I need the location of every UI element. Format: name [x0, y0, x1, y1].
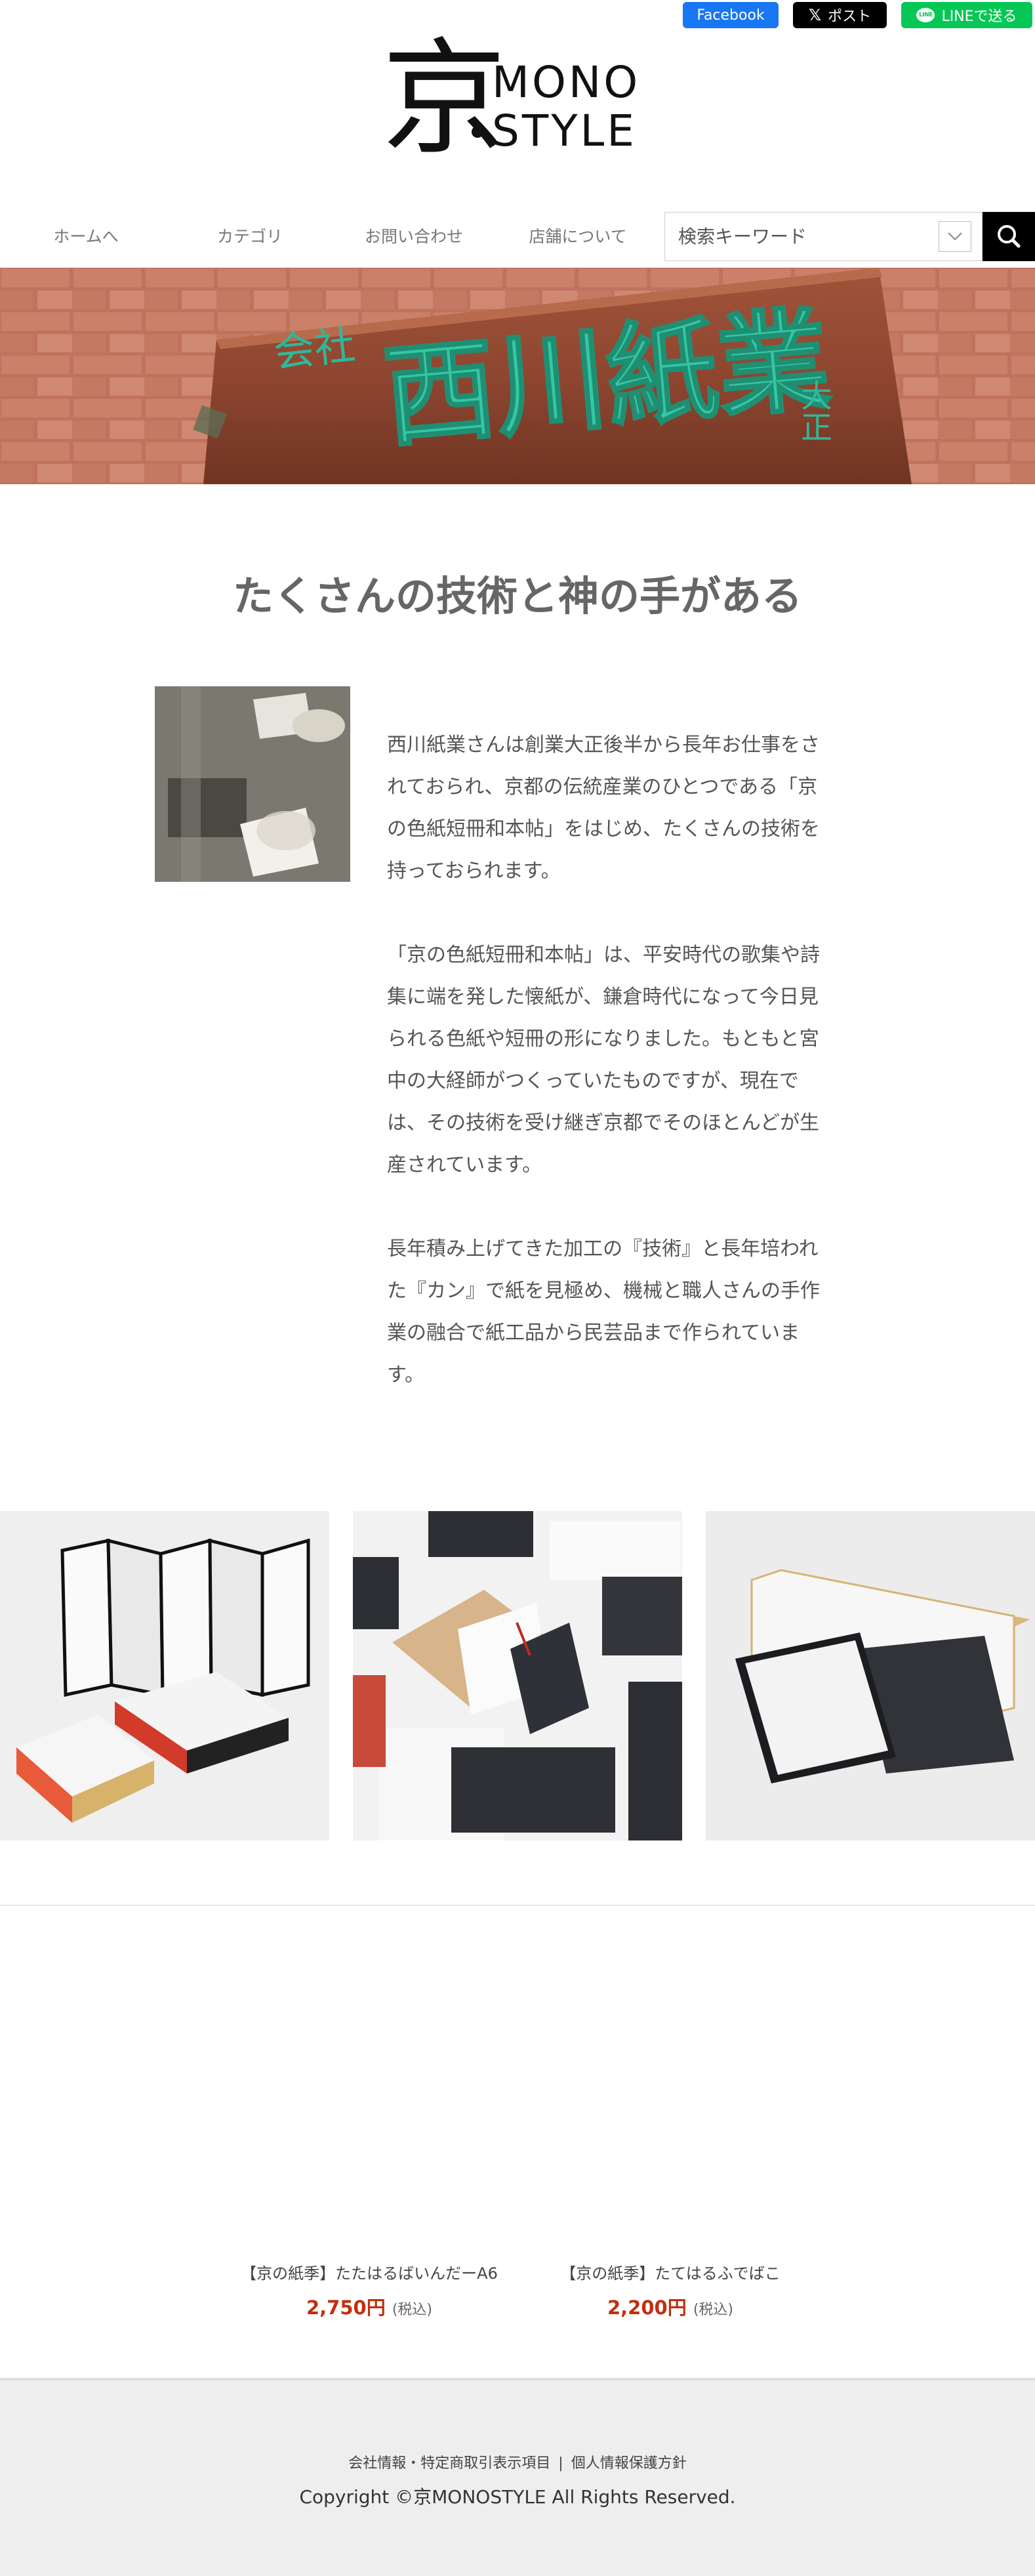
- product-price-value: 2,200円: [607, 2296, 687, 2319]
- logo-line2: STYLE: [492, 106, 637, 155]
- x-logo-icon: 𝕏: [808, 6, 822, 24]
- copyright-text: Copyright ©京MONOSTYLE All Rights Reserve…: [299, 2486, 736, 2508]
- privacy-policy-link[interactable]: 個人情報保護方針: [571, 2455, 687, 2472]
- hero-sign-small: 会社: [272, 321, 357, 377]
- category-dropdown-button[interactable]: [939, 221, 971, 252]
- nav-item-category[interactable]: カテゴリ: [168, 212, 332, 261]
- tax-note: (税込): [392, 2302, 432, 2318]
- gallery-image-paper-goods: [353, 1511, 682, 1840]
- intro-paragraph: 「京の色紙短冊和本帖」は、平安時代の歌集や詩集に端を発した懐紙が、鎌倉時代になっ…: [387, 944, 820, 1176]
- facebook-share-label: Facebook: [697, 7, 765, 24]
- logo-line1: MONO: [492, 57, 640, 108]
- site-logo[interactable]: 京 MONO STYLE: [382, 26, 657, 171]
- nav-item-about-store[interactable]: 店舗について: [496, 212, 660, 261]
- footer-link-separator: |: [558, 2455, 563, 2472]
- chevron-down-icon: [948, 232, 962, 241]
- gallery-image-folding-screen: [0, 1511, 329, 1840]
- product-card[interactable]: 【京の紙季】たてはるふでばこ 2,200円 (税込): [506, 2260, 834, 2320]
- logo-dot: [472, 126, 483, 138]
- product-name[interactable]: 【京の紙季】たたはるばいんだーA6: [205, 2260, 533, 2283]
- section-divider: [0, 1905, 1035, 1906]
- intro-paragraph: 長年積み上げてきた加工の『技術』と長年培われた『カン』で紙を見極め、機械と職人さ…: [387, 1237, 820, 1386]
- nav-item-home[interactable]: ホームへ: [4, 212, 168, 261]
- line-share-button[interactable]: LINE LINEで送る: [901, 2, 1032, 28]
- line-logo-icon: LINE: [916, 8, 935, 22]
- facebook-share-button[interactable]: Facebook: [683, 2, 779, 28]
- search-button[interactable]: [983, 212, 1035, 261]
- hero-image: 会社 西川紙業 大正: [0, 268, 1035, 484]
- product-price: 2,200円 (税込): [506, 2293, 834, 2320]
- product-price-value: 2,750円: [306, 2296, 386, 2319]
- footer-links: 会社情報・特定商取引表示項目 | 個人情報保護方針: [0, 2451, 1035, 2472]
- tax-note: (税込): [693, 2302, 733, 2318]
- x-post-button[interactable]: 𝕏 ポスト: [793, 2, 887, 28]
- logo-mark: 京: [382, 30, 506, 155]
- search-icon: [998, 225, 1021, 248]
- global-nav: ホームへ カテゴリ お問い合わせ 店舗について: [0, 212, 1035, 261]
- search-input[interactable]: [665, 213, 941, 260]
- site-footer: 会社情報・特定商取引表示項目 | 個人情報保護方針 Copyright ©京MONO…: [0, 2378, 1035, 2576]
- share-bar: Facebook 𝕏 ポスト LINE LINEで送る: [683, 2, 1032, 28]
- intro-text: 西川紙業さんは創業大正後半から長年お仕事をされておられ、京都の伝統産業のひとつで…: [387, 724, 830, 1438]
- craftsman-photo: [155, 686, 350, 882]
- product-card[interactable]: 【京の紙季】たたはるばいんだーA6 2,750円 (税込): [205, 2260, 533, 2320]
- nav-item-contact[interactable]: お問い合わせ: [332, 212, 496, 261]
- line-share-label: LINEで送る: [941, 9, 1017, 25]
- search-box: [664, 212, 983, 261]
- product-name[interactable]: 【京の紙季】たてはるふでばこ: [506, 2260, 834, 2283]
- x-post-label: ポスト: [828, 9, 872, 25]
- company-info-link[interactable]: 会社情報・特定商取引表示項目: [348, 2455, 550, 2472]
- hero-sign-side: 大正: [795, 379, 832, 442]
- product-price: 2,750円 (税込): [205, 2293, 533, 2320]
- section-headline: たくさんの技術と神の手がある: [232, 572, 802, 620]
- intro-paragraph: 西川紙業さんは創業大正後半から長年お仕事をされておられ、京都の伝統産業のひとつで…: [387, 734, 820, 883]
- gallery-image-shikishi: [706, 1511, 1035, 1840]
